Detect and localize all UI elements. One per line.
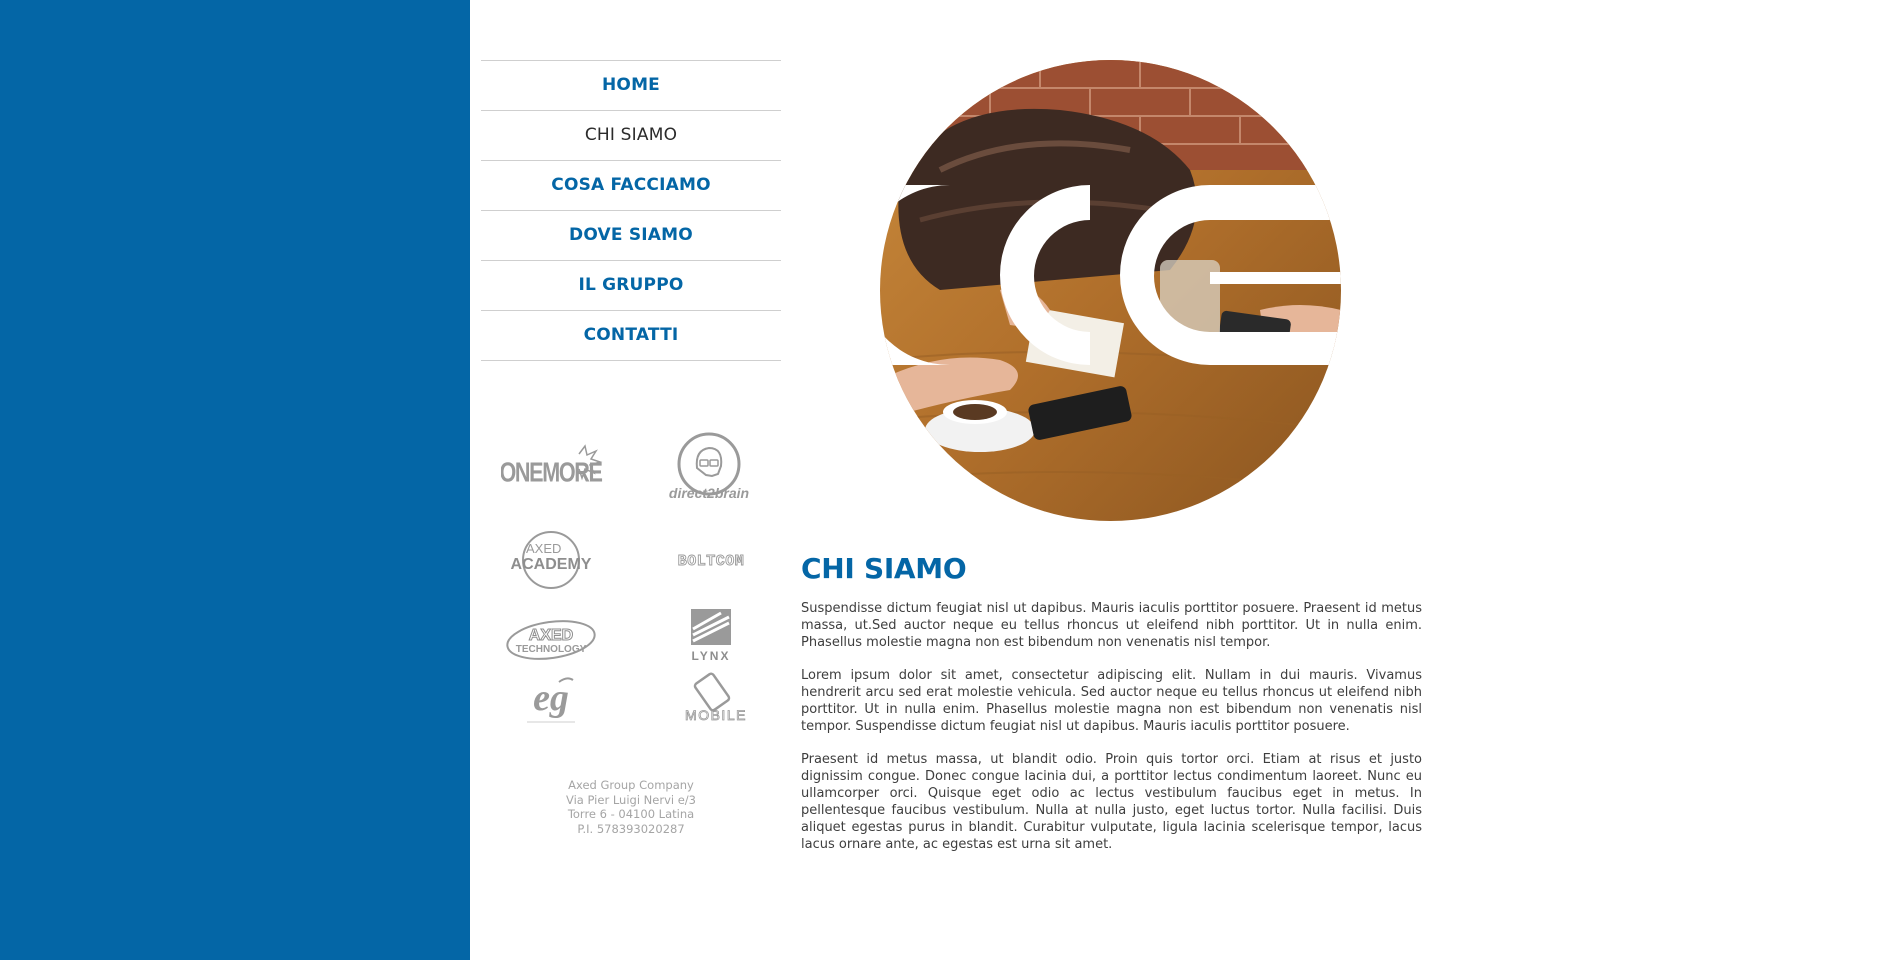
about-content: Suspendisse dictum feugiat nisl ut dapib… (801, 600, 1422, 869)
panel-divider (470, 0, 473, 960)
nav-item-cosa-facciamo[interactable]: COSA FACCIAMO (481, 161, 781, 211)
mobile-text: MOBILE (685, 707, 747, 723)
direct2brain-logo[interactable]: direct2brain (659, 428, 759, 508)
address-line-1: Axed Group Company (568, 778, 694, 792)
left-blue-panel (0, 0, 470, 960)
axed-logo-icon (880, 60, 1341, 521)
axed-technology-top-text: AXED (529, 627, 573, 644)
nav-item-home[interactable]: HOME (481, 61, 781, 111)
paragraph-3: Praesent id metus massa, ut blandit odio… (801, 752, 1422, 852)
company-address: Axed Group Company Via Pier Luigi Nervi … (481, 778, 781, 836)
address-line-4: P.I. 578393020287 (577, 821, 685, 836)
hero-image (880, 60, 1341, 521)
direct2brain-text: direct2brain (669, 485, 749, 501)
onemore-logo[interactable]: ONEMORE (501, 440, 611, 500)
lynx-logo[interactable]: LYNX (681, 605, 741, 665)
eg-logo[interactable]: eg (511, 670, 591, 730)
onemore-text: ONEMORE (501, 458, 602, 488)
axed-technology-logo[interactable]: AXED TECHNOLOGY (501, 610, 601, 670)
paragraph-1: Suspendisse dictum feugiat nisl ut dapib… (801, 601, 1422, 650)
axed-academy-top-text: AXED (526, 541, 561, 556)
address-line-2: Via Pier Luigi Nervi e/3 (565, 792, 696, 807)
eg-text: eg (533, 677, 569, 719)
nav-item-il-gruppo[interactable]: IL GRUPPO (481, 261, 781, 311)
boltcom-text: BOLTCOM (678, 553, 745, 570)
nav-item-contatti[interactable]: CONTATTI (481, 311, 781, 361)
nav-item-dove-siamo[interactable]: DOVE SIAMO (481, 211, 781, 261)
boltcom-logo[interactable]: BOLTCOM (659, 538, 763, 578)
lynx-text: LYNX (692, 649, 731, 663)
address-line-3: Torre 6 - 04100 Latina (567, 807, 695, 821)
axed-academy-bottom-text: ACADEMY (511, 556, 592, 573)
paragraph-2: Lorem ipsum dolor sit amet, consectetur … (801, 668, 1422, 734)
mobile-logo[interactable]: MOBILE (671, 670, 761, 730)
nav-item-chi-siamo[interactable]: CHI SIAMO (481, 111, 781, 161)
axed-academy-logo[interactable]: AXED ACADEMY (501, 525, 601, 595)
page-title: CHI SIAMO (801, 552, 967, 585)
main-nav: HOME CHI SIAMO COSA FACCIAMO DOVE SIAMO … (481, 60, 781, 361)
axed-technology-bottom-text: TECHNOLOGY (516, 644, 587, 655)
